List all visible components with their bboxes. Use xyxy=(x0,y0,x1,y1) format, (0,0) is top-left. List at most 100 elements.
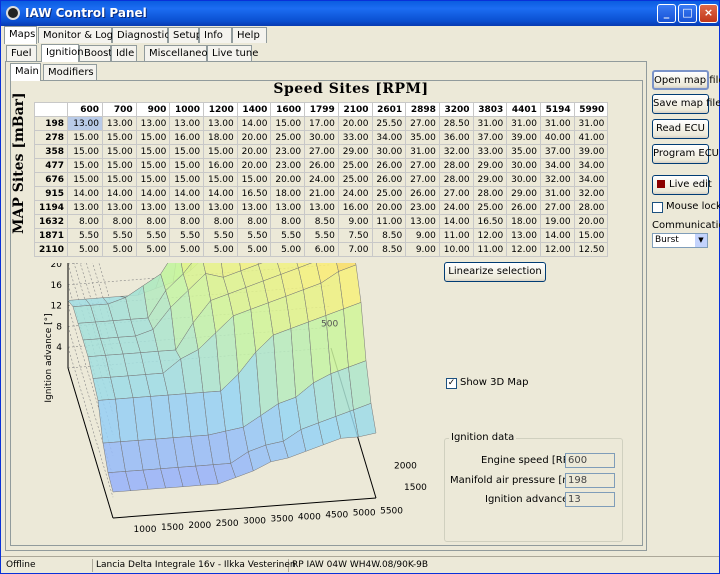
map-cell[interactable]: 34.00 xyxy=(539,158,575,173)
map-cell[interactable]: 5.00 xyxy=(67,242,103,257)
map-cell[interactable]: 15.00 xyxy=(169,144,205,159)
tab-fuel[interactable]: Fuel xyxy=(6,45,37,61)
map-cell[interactable]: 13.00 xyxy=(169,116,205,131)
map-cell[interactable]: 25.00 xyxy=(337,172,373,187)
map-cell[interactable]: 14.00 xyxy=(67,186,103,201)
map-cell[interactable]: 40.00 xyxy=(539,130,575,145)
map-cell[interactable]: 11.00 xyxy=(438,228,474,243)
map-cell[interactable]: 13.00 xyxy=(102,200,137,215)
map-cell[interactable]: 13.00 xyxy=(203,200,238,215)
map-cell[interactable]: 14.00 xyxy=(169,186,205,201)
map-cell[interactable]: 5.50 xyxy=(169,228,205,243)
map-cell[interactable]: 8.00 xyxy=(102,214,137,229)
map-cell[interactable]: 20.00 xyxy=(236,130,272,145)
map-cell[interactable]: 26.00 xyxy=(371,172,407,187)
map-cell[interactable]: 7.00 xyxy=(337,242,373,257)
map-cell[interactable]: 13.00 xyxy=(203,116,238,131)
map-cell[interactable]: 37.00 xyxy=(472,130,508,145)
tab-idle[interactable]: Idle xyxy=(111,45,137,61)
map-cell[interactable]: 8.50 xyxy=(371,242,407,257)
linearize-selection-button[interactable]: Linearize selection xyxy=(444,262,546,282)
map-cell[interactable]: 13.00 xyxy=(169,200,205,215)
map-cell[interactable]: 13.00 xyxy=(135,200,171,215)
map-cell[interactable]: 23.00 xyxy=(270,144,306,159)
map-cell[interactable]: 34.00 xyxy=(573,158,609,173)
tab-ignition[interactable]: Ignition xyxy=(41,44,84,62)
map-cell[interactable]: 10.00 xyxy=(438,242,474,257)
map-cell[interactable]: 9.00 xyxy=(337,214,373,229)
save-map-file-button[interactable]: Save map file xyxy=(652,94,720,114)
map-cell[interactable]: 14.00 xyxy=(236,116,272,131)
map-cell[interactable]: 41.00 xyxy=(573,130,609,145)
map-cell[interactable]: 30.00 xyxy=(506,158,541,173)
map-cell[interactable]: 14.00 xyxy=(203,186,238,201)
map-cell[interactable]: 6.00 xyxy=(304,242,339,257)
map-cell[interactable]: 14.00 xyxy=(102,186,137,201)
map-cell[interactable]: 15.00 xyxy=(203,172,238,187)
map-cell[interactable]: 20.00 xyxy=(236,158,272,173)
map-cell[interactable]: 15.00 xyxy=(236,172,272,187)
map-cell[interactable]: 29.00 xyxy=(472,172,508,187)
map-cell[interactable]: 13.00 xyxy=(405,214,440,229)
map-cell[interactable]: 8.00 xyxy=(169,214,205,229)
map-cell[interactable]: 15.00 xyxy=(67,172,103,187)
map-cell[interactable]: 20.00 xyxy=(573,214,609,229)
map-cell[interactable]: 26.00 xyxy=(405,186,440,201)
map-cell[interactable]: 5.50 xyxy=(135,228,171,243)
map-cell[interactable]: 15.00 xyxy=(102,144,137,159)
map-cell[interactable]: 30.00 xyxy=(371,144,407,159)
map-cell[interactable]: 20.00 xyxy=(337,116,373,131)
map-cell[interactable]: 8.00 xyxy=(270,214,306,229)
tab-monitor-logger[interactable]: Monitor & Logger xyxy=(38,27,130,43)
map-cell[interactable]: 21.00 xyxy=(304,186,339,201)
map-cell[interactable]: 15.00 xyxy=(270,116,306,131)
map-cell[interactable]: 13.00 xyxy=(304,200,339,215)
map-cell[interactable]: 13.00 xyxy=(102,116,137,131)
map-cell[interactable]: 5.00 xyxy=(102,242,137,257)
map-cell[interactable]: 18.00 xyxy=(506,214,541,229)
map-cell[interactable]: 28.00 xyxy=(438,172,474,187)
map-cell[interactable]: 11.00 xyxy=(371,214,407,229)
map-cell[interactable]: 15.00 xyxy=(135,158,171,173)
map-cell[interactable]: 5.00 xyxy=(270,242,306,257)
map-cell[interactable]: 14.00 xyxy=(438,214,474,229)
map-cell[interactable]: 30.00 xyxy=(304,130,339,145)
map-cell[interactable]: 5.50 xyxy=(304,228,339,243)
map-cell[interactable]: 15.00 xyxy=(203,144,238,159)
map-cell[interactable]: 5.50 xyxy=(102,228,137,243)
map-cell[interactable]: 14.00 xyxy=(135,186,171,201)
map-cell[interactable]: 5.00 xyxy=(203,242,238,257)
map-cell[interactable]: 9.00 xyxy=(405,242,440,257)
map-cell[interactable]: 31.00 xyxy=(539,186,575,201)
map-cell[interactable]: 16.00 xyxy=(169,130,205,145)
map-cell[interactable]: 27.00 xyxy=(405,172,440,187)
map-cell[interactable]: 15.00 xyxy=(135,144,171,159)
map-cell[interactable]: 15.00 xyxy=(135,172,171,187)
tab-boost[interactable]: Boost xyxy=(79,45,112,61)
map-cell[interactable]: 5.50 xyxy=(270,228,306,243)
map-cell[interactable]: 23.00 xyxy=(270,158,306,173)
map-cell[interactable]: 8.00 xyxy=(203,214,238,229)
map-cell[interactable]: 18.00 xyxy=(203,130,238,145)
map-cell[interactable]: 13.00 xyxy=(67,200,103,215)
map-cell[interactable]: 16.00 xyxy=(203,158,238,173)
map-cell[interactable]: 16.00 xyxy=(337,200,373,215)
map-cell[interactable]: 5.00 xyxy=(135,242,171,257)
map-cell[interactable]: 31.00 xyxy=(573,116,609,131)
map-cell[interactable]: 27.00 xyxy=(405,116,440,131)
map-cell[interactable]: 25.00 xyxy=(337,158,373,173)
map-cell[interactable]: 13.00 xyxy=(506,228,541,243)
map-cell[interactable]: 13.00 xyxy=(236,200,272,215)
map-cell[interactable]: 37.00 xyxy=(539,144,575,159)
map-cell[interactable]: 15.00 xyxy=(102,130,137,145)
minimize-button[interactable]: _ xyxy=(657,4,676,23)
map-cell[interactable]: 24.00 xyxy=(438,200,474,215)
map-cell[interactable]: 12.50 xyxy=(573,242,609,257)
map-cell[interactable]: 8.50 xyxy=(304,214,339,229)
map-cell[interactable]: 31.00 xyxy=(506,116,541,131)
map-cell[interactable]: 16.50 xyxy=(472,214,508,229)
map-cell[interactable]: 32.00 xyxy=(438,144,474,159)
tab-main[interactable]: Main xyxy=(10,63,41,81)
map-cell[interactable]: 8.00 xyxy=(236,214,272,229)
map-cell[interactable]: 15.00 xyxy=(135,130,171,145)
